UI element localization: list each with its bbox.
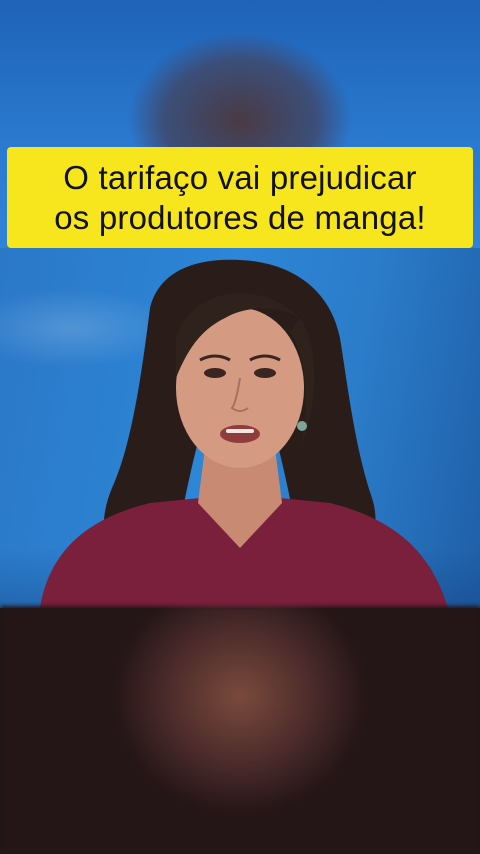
news-presenter-figure	[40, 259, 448, 608]
blurred-background-bottom	[0, 606, 480, 854]
caption-line-2: os produtores de manga!	[54, 198, 426, 236]
caption-line-1: O tarifaço vai prejudicar	[63, 158, 417, 196]
video-screen[interactable]: O tarifaço vai prejudicar os produtores …	[0, 0, 480, 854]
news-video-frame[interactable]	[0, 248, 480, 608]
caption-banner: O tarifaço vai prejudicar os produtores …	[7, 147, 473, 248]
